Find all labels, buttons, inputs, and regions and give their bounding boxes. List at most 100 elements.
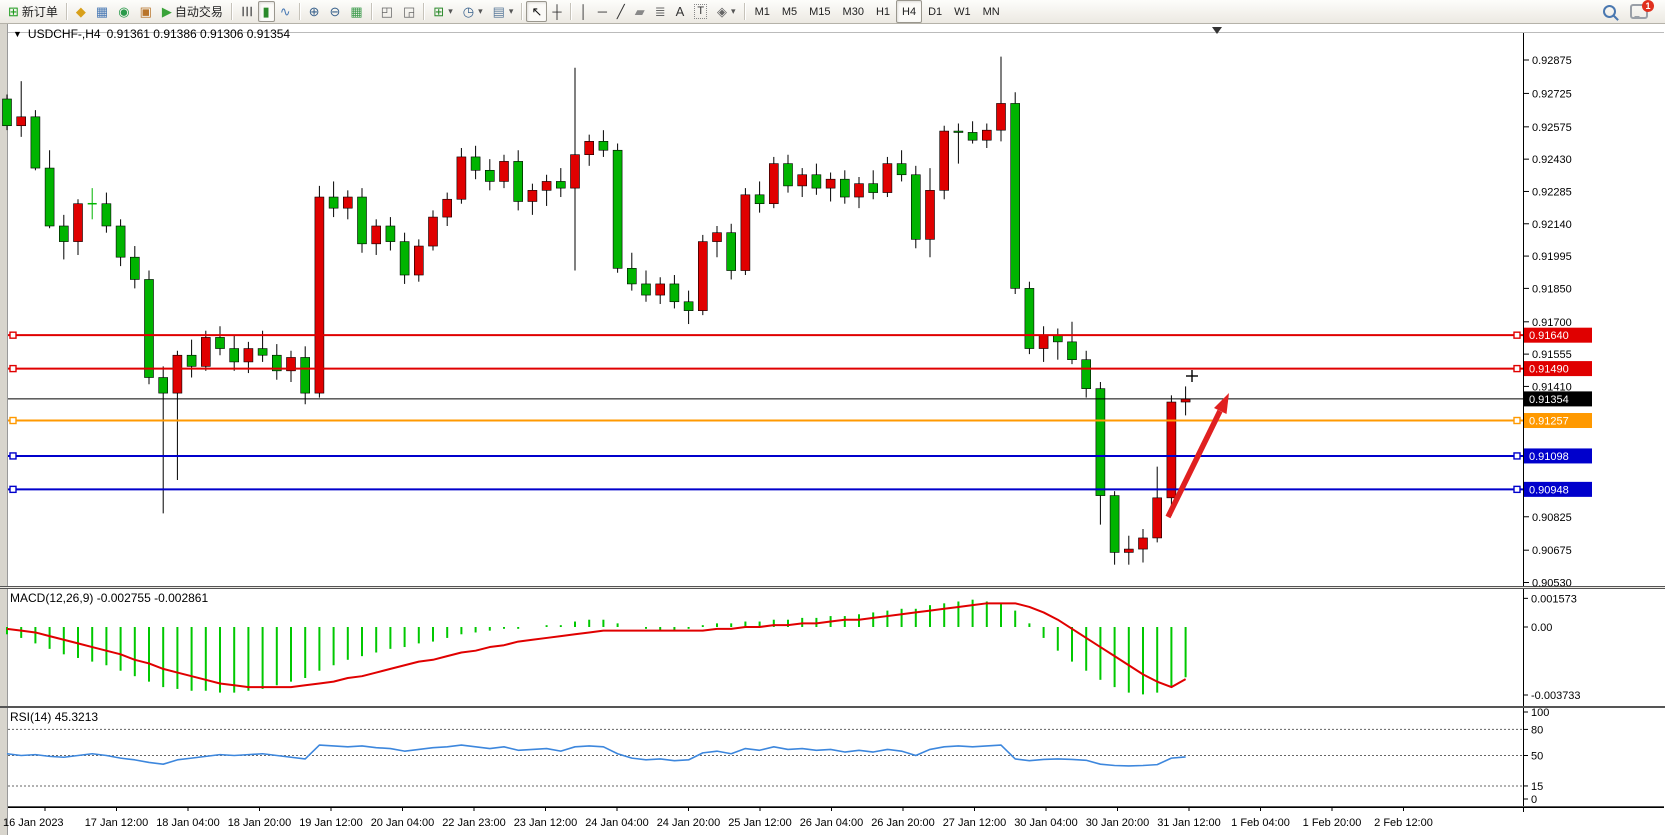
trendline-icon: ╱	[617, 5, 625, 18]
autotrade-icon: ▶	[162, 5, 172, 18]
hline-handle[interactable]	[1514, 453, 1520, 459]
trend-arrow-head[interactable]	[1214, 393, 1229, 414]
navigator-button[interactable]: ◉	[113, 1, 134, 22]
zoom-out-icon: ⊖	[330, 5, 341, 18]
terminal-button[interactable]: ▣	[135, 1, 157, 22]
autotrade-button[interactable]: ▶自动交易	[157, 1, 228, 22]
toolbar-group-timeframes: M1M5M15M30H1H4D1W1MN	[749, 0, 1006, 23]
application-window: ⊞新订单 ◆ ▦ ◉ ▣▶自动交易 ☰▮∿ ⊕ ⊖ ▦ ◰◲ ⊞▾◷▾▤▾ ↖┼ │ ─ ╱ ▰≣AT ◈▾ M1…	[0, 0, 1665, 835]
chevron-down-icon[interactable]: ▾	[478, 6, 483, 17]
timeframe-button-mn[interactable]: MN	[977, 0, 1006, 23]
candle-body	[343, 197, 352, 208]
candle-body	[116, 226, 125, 257]
zoom-in-button[interactable]: ⊕	[304, 1, 325, 22]
timeframe-button-d1[interactable]: D1	[922, 0, 948, 23]
new-order-button[interactable]: ⊞新订单	[3, 1, 63, 22]
tile-windows-icon: ▦	[350, 5, 362, 18]
candle-body	[244, 349, 253, 362]
candle-body	[741, 195, 750, 271]
channel-button[interactable]: ▰	[630, 1, 650, 22]
text-label-icon: T	[694, 4, 707, 19]
toolbar-group-chart-tools: ⊞▾◷▾▤▾	[428, 0, 518, 23]
rsi-indicator-label: RSI(14) 45.3213	[10, 710, 98, 724]
timeframe-button-h4[interactable]: H4	[896, 0, 922, 23]
price-tick-label: 0.91850	[1532, 283, 1572, 295]
candle-body	[855, 184, 864, 197]
hline-handle[interactable]	[1514, 332, 1520, 338]
shapes-button[interactable]: ◈▾	[712, 1, 741, 22]
candle-body	[1096, 389, 1105, 496]
price-badge-label: 0.91640	[1529, 330, 1569, 342]
hline-handle[interactable]	[10, 418, 16, 424]
line-chart-button[interactable]: ∿	[275, 1, 296, 22]
price-tick-label: 0.90530	[1532, 578, 1572, 590]
candle-body	[571, 155, 580, 188]
tile-windows-button[interactable]: ▦	[345, 1, 367, 22]
hline-handle[interactable]	[1514, 366, 1520, 372]
hline-handle[interactable]	[10, 332, 16, 338]
chevron-down-icon[interactable]: ▾	[731, 6, 736, 17]
candle-body	[642, 284, 651, 295]
new-order-button-label: 新订单	[22, 3, 58, 20]
search-icon[interactable]	[1603, 5, 1616, 18]
hline-handle[interactable]	[1514, 486, 1520, 492]
timeframe-button-m15[interactable]: M15	[803, 0, 836, 23]
trendline-button[interactable]: ╱	[612, 1, 630, 22]
candle-body	[130, 257, 139, 279]
hline-button[interactable]: ─	[593, 1, 612, 22]
macd-tick-label: -0.003733	[1531, 690, 1581, 702]
timeframe-button-w1[interactable]: W1	[948, 0, 977, 23]
candle-body	[159, 378, 168, 394]
chevron-down-icon[interactable]: ▾	[448, 6, 453, 17]
macd-layer	[7, 600, 1186, 695]
candle-body	[201, 337, 210, 366]
vline-button[interactable]: │	[575, 1, 593, 22]
navigator-icon: ◉	[118, 5, 129, 18]
zoom-out-button[interactable]: ⊖	[325, 1, 346, 22]
candle-body	[528, 190, 537, 201]
data-window-button[interactable]: ▦	[91, 1, 113, 22]
chart-title[interactable]: ▼ USDCHF-,H4 0.91361 0.91386 0.91306 0.9…	[13, 27, 290, 41]
toolbar-separator	[299, 3, 301, 20]
cursor-button[interactable]: ↖	[526, 1, 547, 22]
candle-body	[514, 161, 523, 201]
candle-body	[457, 157, 466, 199]
crosshair-button[interactable]: ┼	[547, 1, 566, 22]
candle-body	[1167, 402, 1176, 498]
candle-body	[713, 233, 722, 242]
chart-menu-icon[interactable]: ▼	[13, 29, 22, 39]
hline-handle[interactable]	[10, 453, 16, 459]
candle-body	[443, 199, 452, 217]
toolbar-group-zoom: ⊕ ⊖ ▦	[304, 0, 368, 23]
template-button[interactable]: ▤▾	[488, 1, 519, 22]
chart-canvas[interactable]: 0.928750.927250.925750.924300.922850.921…	[0, 0, 1665, 835]
market-watch-button[interactable]: ◆	[71, 1, 91, 22]
chat-icon[interactable]: 1	[1630, 4, 1648, 19]
candle-body	[940, 131, 949, 190]
hline-handle[interactable]	[10, 366, 16, 372]
candle-body	[17, 117, 26, 126]
time-tick-label: 30 Jan 20:00	[1086, 817, 1150, 829]
timeframe-button-h1[interactable]: H1	[870, 0, 896, 23]
add-indicator-button[interactable]: ⊞▾	[428, 1, 457, 22]
cascade-button[interactable]: ◰	[376, 1, 398, 22]
timeframe-button-m1[interactable]: M1	[749, 0, 776, 23]
timeframe-button-m30[interactable]: M30	[837, 0, 870, 23]
fibonacci-button[interactable]: ≣	[650, 1, 671, 22]
market-watch-icon: ◆	[76, 5, 86, 18]
period-button[interactable]: ◷▾	[458, 1, 488, 22]
bar-chart-button[interactable]: ☰	[236, 1, 258, 22]
arrange-button[interactable]: ◲	[398, 1, 420, 22]
timeframe-button-m5[interactable]: M5	[776, 0, 803, 23]
time-tick-label: 17 Jan 12:00	[85, 817, 149, 829]
text-label-button[interactable]: T	[689, 1, 712, 22]
chevron-down-icon[interactable]: ▾	[509, 6, 514, 17]
hline-handle[interactable]	[1514, 418, 1520, 424]
candle-body	[315, 197, 324, 393]
horizontal-line-icon: ─	[598, 5, 607, 18]
hline-handle[interactable]	[10, 486, 16, 492]
candlestick-button[interactable]: ▮	[258, 1, 275, 22]
toolbar-group-pointer: ↖┼	[526, 0, 566, 23]
text-button[interactable]: A	[671, 1, 690, 22]
time-tick-label: 18 Jan 20:00	[228, 817, 292, 829]
